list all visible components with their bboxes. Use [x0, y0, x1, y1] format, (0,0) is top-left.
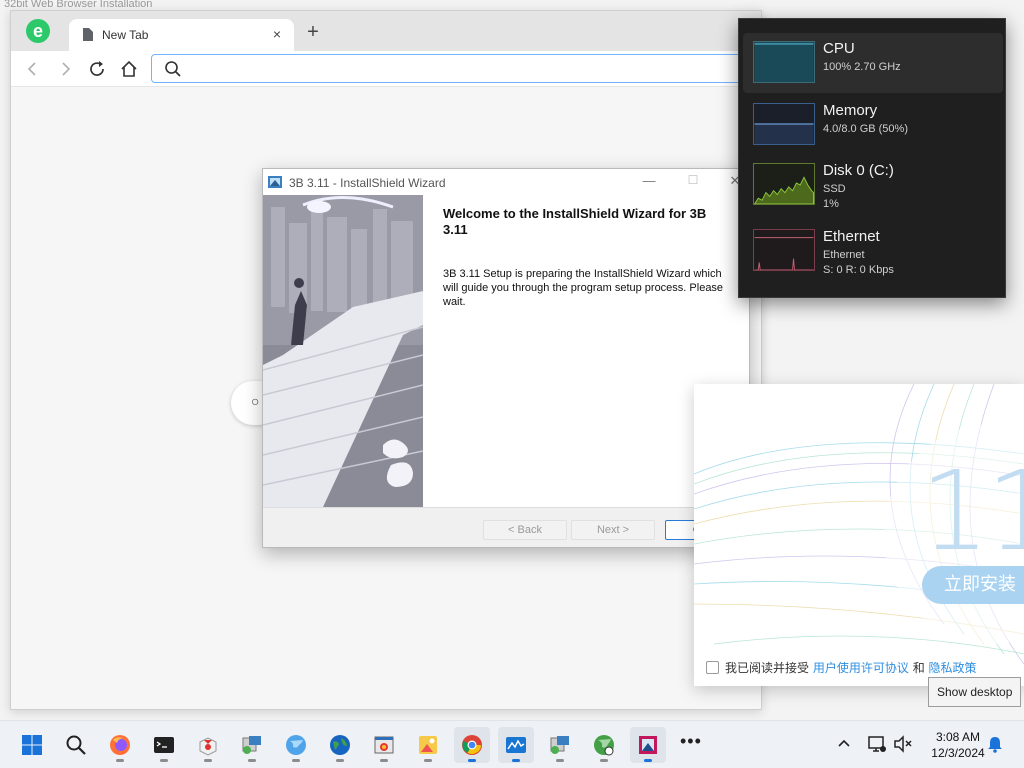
chrome-icon: [462, 735, 482, 755]
app-window-icon: [374, 736, 394, 754]
installshield-wizard-window: 3B 3.11 - InstallShield Wizard — ☐ ✕ Wel…: [262, 168, 750, 548]
forward-arrow-icon[interactable]: [55, 59, 75, 79]
earth-icon: [330, 735, 350, 755]
wizard-title: 3B 3.11 - InstallShield Wizard: [289, 176, 446, 190]
notification-bell-icon[interactable]: [986, 735, 1004, 753]
taskbar-setup-1[interactable]: [234, 727, 270, 763]
perf-item-cpu[interactable]: CPU 100% 2.70 GHz: [743, 33, 1003, 93]
taskbar-globe-2[interactable]: [322, 727, 358, 763]
taskbar-setup-2[interactable]: [542, 727, 578, 763]
privacy-link[interactable]: 隐私政策: [929, 661, 977, 675]
address-input[interactable]: [192, 59, 742, 79]
taskbar-task-manager[interactable]: [498, 727, 534, 763]
perf-name: Disk 0 (C:): [823, 162, 894, 179]
back-arrow-icon[interactable]: [23, 59, 43, 79]
search-icon: ○: [251, 393, 260, 409]
license-link[interactable]: 用户使用许可协议: [813, 661, 909, 675]
perf-name: Memory: [823, 102, 878, 119]
tab-close-icon[interactable]: ×: [268, 25, 286, 43]
network-globe-icon: [594, 735, 614, 756]
reload-icon[interactable]: [87, 59, 107, 79]
search-icon: [165, 61, 181, 77]
photos-icon: [419, 736, 437, 754]
firefox-icon: [110, 735, 130, 755]
memory-graph: [753, 103, 815, 145]
taskbar-terminal[interactable]: [146, 727, 182, 763]
license-agreement-row: 我已阅读并接受 用户使用许可协议 和 隐私政策: [706, 659, 977, 676]
task-manager-icon: [506, 737, 526, 753]
globe-icon: [286, 735, 306, 755]
svg-text:e: e: [33, 21, 43, 41]
minimize-icon[interactable]: —: [639, 173, 659, 191]
tab-title: New Tab: [102, 28, 149, 42]
taskbar: ••• 3:08 AM 12/3/2024: [0, 720, 1024, 768]
search-icon: [66, 735, 86, 755]
agree-checkbox[interactable]: [706, 661, 719, 674]
ethernet-graph: [753, 229, 815, 271]
taskbar-installer-box[interactable]: [190, 727, 226, 763]
taskbar-chrome[interactable]: [454, 727, 490, 763]
taskbar-firefox[interactable]: [102, 727, 138, 763]
background-window-title: 32bit Web Browser Installation: [4, 0, 153, 10]
maximize-icon[interactable]: ☐: [683, 173, 703, 191]
tab-new-tab[interactable]: New Tab ×: [69, 19, 294, 51]
taskbar-globe-1[interactable]: [278, 727, 314, 763]
start-button[interactable]: [14, 727, 50, 763]
wizard-body-text: 3B 3.11 Setup is preparing the InstallSh…: [443, 268, 724, 308]
next-button[interactable]: Next >: [571, 520, 655, 540]
perf-name: Ethernet: [823, 228, 880, 245]
browser-toolbar: [11, 51, 761, 87]
taskbar-installshield[interactable]: [630, 727, 666, 763]
perf-detail: Ethernet S: 0 R: 0 Kbps: [823, 249, 894, 276]
installer-app-icon: [268, 176, 282, 188]
taskbar-network-app[interactable]: [586, 727, 622, 763]
version-number: 11: [920, 447, 1024, 575]
wizard-titlebar[interactable]: 3B 3.11 - InstallShield Wizard — ☐ ✕: [263, 169, 749, 195]
cpu-graph: [753, 41, 815, 83]
perf-detail: 100% 2.70 GHz: [823, 61, 901, 73]
taskbar-photos[interactable]: [410, 727, 446, 763]
perf-detail: SSD 1%: [823, 183, 846, 210]
performance-overlay: CPU 100% 2.70 GHz Memory 4.0/8.0 GB (50%…: [738, 18, 1006, 298]
installshield-icon: [639, 736, 657, 754]
address-bar[interactable]: [151, 54, 761, 83]
perf-name: CPU: [823, 40, 855, 57]
taskbar-app-window[interactable]: [366, 727, 402, 763]
wizard-heading: Welcome to the InstallShield Wizard for …: [443, 206, 707, 237]
chevron-up-icon[interactable]: [836, 735, 852, 751]
home-icon[interactable]: [119, 59, 139, 79]
setup-icon: [242, 736, 261, 754]
volume-muted-icon[interactable]: [892, 733, 914, 755]
package-icon: [199, 737, 217, 756]
install-now-button[interactable]: 立即安装: [922, 566, 1024, 604]
show-desktop-tooltip: Show desktop: [928, 677, 1022, 707]
windows-logo-icon: [22, 735, 42, 755]
terminal-icon: [154, 737, 174, 753]
back-button[interactable]: < Back: [483, 520, 567, 540]
perf-detail: 4.0/8.0 GB (50%): [823, 123, 908, 135]
setup-icon: [550, 736, 569, 754]
wizard-side-artwork: [263, 195, 423, 507]
perf-item-memory[interactable]: Memory 4.0/8.0 GB (50%): [743, 95, 1003, 155]
browser-tabstrip: e New Tab × +: [11, 11, 761, 51]
network-icon[interactable]: [866, 733, 888, 755]
new-tab-button[interactable]: +: [303, 22, 323, 43]
disk-graph: [753, 163, 815, 205]
perf-item-ethernet[interactable]: Ethernet Ethernet S: 0 R: 0 Kbps: [743, 221, 1003, 281]
wizard-footer: < Back Next > Cancel: [263, 507, 749, 547]
page-icon: [83, 28, 93, 41]
perf-item-disk[interactable]: Disk 0 (C:) SSD 1%: [743, 155, 1003, 215]
browser-logo-icon[interactable]: e: [25, 18, 51, 44]
taskbar-search-button[interactable]: [58, 727, 94, 763]
taskbar-overflow-button[interactable]: •••: [680, 731, 702, 752]
cn-installer-window: 11 立即安装 我已阅读并接受 用户使用许可协议 和 隐私政策: [694, 384, 1024, 686]
